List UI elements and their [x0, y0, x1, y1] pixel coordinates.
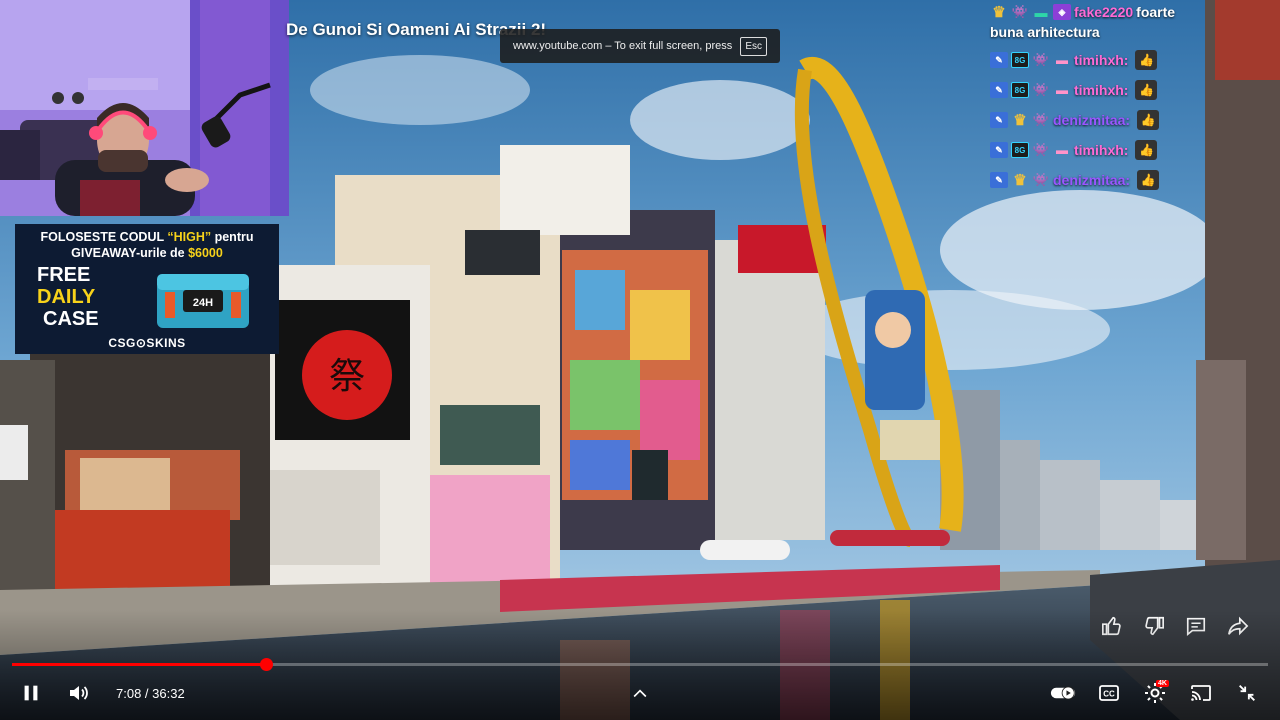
progress-bar[interactable]: [12, 658, 1268, 671]
progress-scrubber[interactable]: [259, 658, 273, 671]
purple-icon: ◈: [1053, 4, 1071, 20]
emote-icon: 👍: [1135, 50, 1158, 70]
chat-username: timihxh:: [1074, 52, 1129, 68]
pause-button[interactable]: [18, 680, 44, 706]
emote-icon: 👍: [1135, 80, 1158, 100]
pause-icon: [24, 685, 38, 701]
chat-message: ✎ 8G 👾 ▬ timihxh: 👍: [990, 48, 1158, 72]
sponsor-banner: FOLOSESTE CODUL “HIGH” pentru GIVEAWAY-u…: [15, 224, 279, 354]
cast-button[interactable]: [1188, 680, 1214, 706]
chat-text: buna arhitectura: [990, 24, 1100, 40]
captions-button[interactable]: CC: [1096, 680, 1122, 706]
exit-fullscreen-icon: [1239, 685, 1255, 701]
chat-message: ✎ ♛ 👾 denizmitaa: 👍: [990, 168, 1160, 192]
ad-free-text: FREE: [37, 264, 91, 286]
wrench-icon: ✎: [990, 172, 1008, 188]
ad-headline: FOLOSESTE CODUL “HIGH” pentru: [40, 230, 254, 244]
wrench-icon: ✎: [990, 142, 1008, 158]
chat-message: buna arhitectura: [990, 20, 1100, 44]
case-box-icon: 24H: [157, 274, 249, 328]
svg-text:祭: 祭: [329, 356, 365, 397]
quality-badge: 4K: [1156, 680, 1169, 687]
esc-key-hint: Esc: [740, 36, 767, 56]
chapters-toggle[interactable]: [630, 684, 650, 709]
pink-icon: ▬: [1056, 83, 1068, 97]
crown-icon: ♛: [1013, 172, 1027, 189]
autoplay-icon: [1050, 686, 1076, 700]
8g-icon: 8G: [1011, 142, 1029, 158]
emote-icon: 👍: [1135, 140, 1158, 160]
cast-icon: [1191, 685, 1211, 701]
volume-icon: [70, 686, 88, 700]
chat-message: ✎ 8G 👾 ▬ timihxh: 👍: [990, 78, 1158, 102]
svg-text:CC: CC: [1103, 690, 1115, 699]
chat-text: foarte: [1136, 4, 1176, 20]
volume-button[interactable]: [66, 680, 92, 706]
teal-icon: ▬: [1034, 4, 1048, 20]
pink-icon: ▬: [1056, 53, 1068, 67]
ad-daily-text: DAILY: [37, 286, 96, 308]
alien-icon: 👾: [1011, 4, 1029, 19]
emote-icon: 👍: [1137, 170, 1160, 190]
fullscreen-toast: www.youtube.com – To exit full screen, p…: [500, 29, 780, 63]
alien-icon: 👾: [1032, 52, 1050, 67]
chat-username: denizmitaa:: [1053, 112, 1131, 128]
8g-icon: 8G: [1011, 52, 1029, 68]
autoplay-toggle[interactable]: [1050, 680, 1076, 706]
chat-message: ✎ 8G 👾 ▬ timihxh: 👍: [990, 138, 1158, 162]
fullscreen-toast-text: www.youtube.com – To exit full screen, p…: [513, 40, 733, 52]
chat-username: denizmitaa:: [1053, 172, 1131, 188]
crown-icon: ♛: [1013, 112, 1027, 129]
captions-icon: CC: [1099, 685, 1119, 701]
alien-icon: 👾: [1032, 82, 1050, 97]
time-display: 7:08 / 36:32: [116, 685, 185, 701]
chat-username: timihxh:: [1074, 82, 1129, 98]
ad-subheadline: GIVEAWAY-urile de $6000: [71, 246, 223, 260]
8g-icon: 8G: [1011, 82, 1029, 98]
wrench-icon: ✎: [990, 112, 1008, 128]
settings-button[interactable]: 4K: [1142, 680, 1169, 706]
controls-left: 7:08 / 36:32: [18, 680, 185, 706]
crown-icon: ♛: [992, 4, 1006, 21]
emote-icon: 👍: [1137, 110, 1160, 130]
pink-icon: ▬: [1056, 143, 1068, 157]
chat-username: timihxh:: [1074, 142, 1129, 158]
video-player[interactable]: 祭 FOLOSESTE CODUL “HIGH” pentru GIVEAWAY…: [0, 0, 1280, 720]
alien-icon: 👾: [1032, 142, 1050, 157]
case-box-label: 24H: [193, 297, 213, 309]
wrench-icon: ✎: [990, 82, 1008, 98]
chat-message: ✎ ♛ 👾 denizmitaa: 👍: [990, 108, 1160, 132]
ad-case-text: CASE: [43, 308, 99, 330]
exit-fullscreen-button[interactable]: [1234, 680, 1260, 706]
alien-icon: 👾: [1032, 112, 1050, 127]
chevron-up-icon: [633, 689, 647, 698]
wrench-icon: ✎: [990, 52, 1008, 68]
controls-right: CC 4K: [1050, 680, 1260, 706]
ad-brand: CSG⊙SKINS: [108, 336, 186, 350]
webcam-overlay: [0, 0, 289, 216]
chat-username: fake2220: [1074, 4, 1134, 20]
alien-icon: 👾: [1032, 172, 1050, 187]
progress-played: [12, 663, 266, 666]
